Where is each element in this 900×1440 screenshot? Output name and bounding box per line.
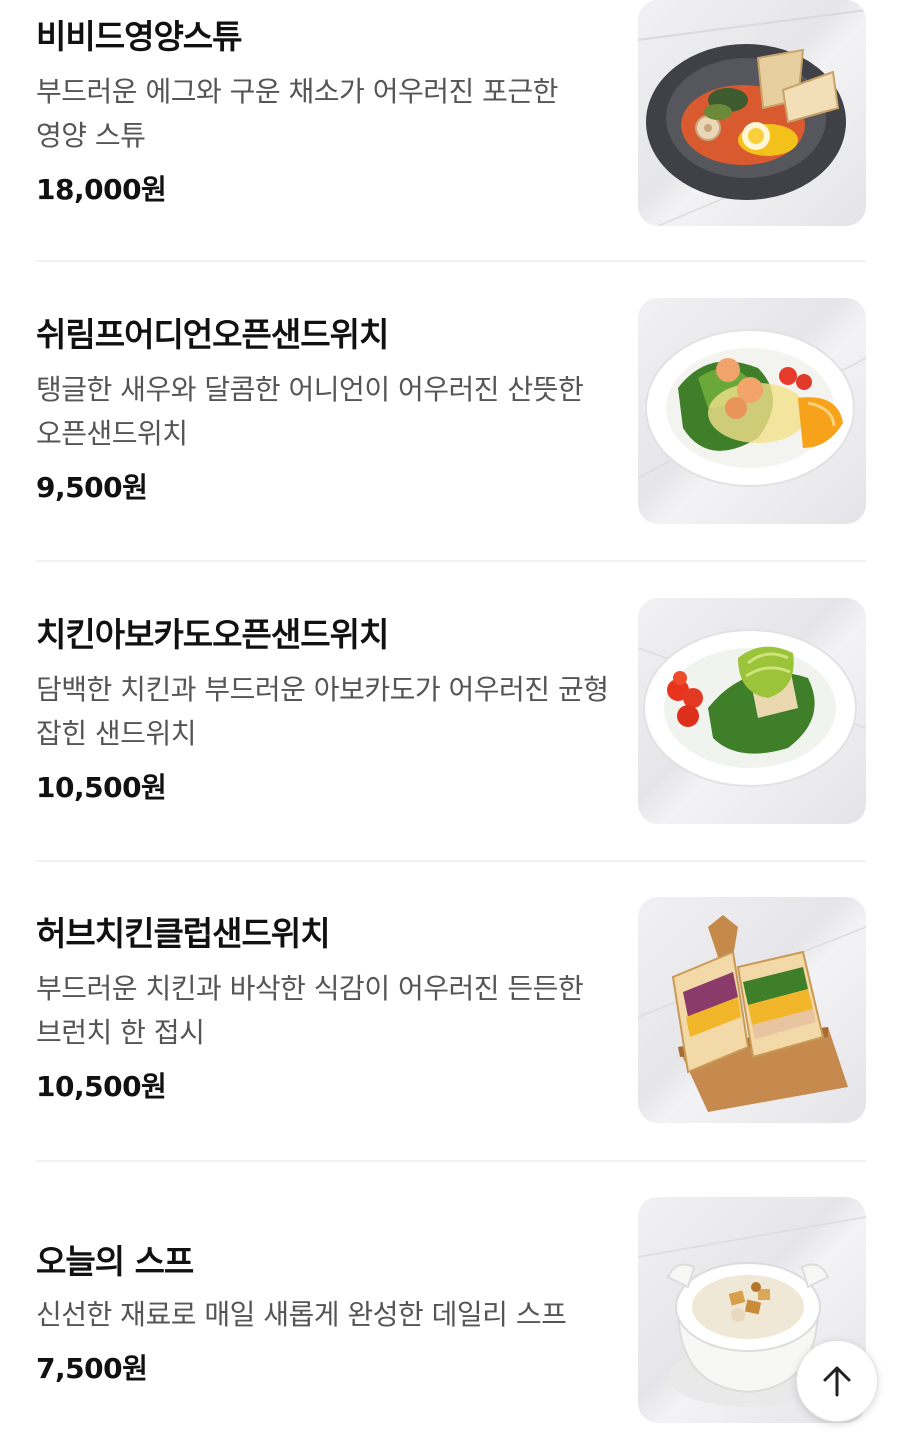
divider	[36, 560, 866, 562]
menu-item-name: 오늘의 스프	[36, 1242, 194, 1281]
divider	[36, 1160, 866, 1162]
menu-item[interactable]: 오늘의 스프 신선한 재료로 매일 새롭게 완성한 데일리 스프 7,500원	[36, 1197, 866, 1423]
menu-item-price: 10,500원	[36, 1070, 167, 1103]
divider	[36, 860, 866, 862]
chicken-avocado-plate-image[interactable]	[638, 598, 866, 824]
scroll-to-top-button[interactable]	[796, 1340, 878, 1422]
menu-item-description: 신선한 재료로 매일 새롭게 완성한 데일리 스프	[36, 1298, 567, 1331]
menu-item-price: 7,500원	[36, 1352, 148, 1385]
menu-item-name: 비비드영양스튜	[36, 17, 243, 56]
menu-item-price: 10,500원	[36, 771, 167, 804]
menu-list: 비비드영양스튜 부드러운 에그와 구운 채소가 어우러진 포근한 영양 스튜 1…	[0, 0, 900, 1440]
menu-item-name: 쉬림프어디언오픈샌드위치	[36, 315, 389, 354]
club-sandwich-board-image[interactable]	[638, 897, 866, 1123]
stew-bowl-image[interactable]	[638, 0, 866, 226]
menu-item[interactable]: 치킨아보카도오픈샌드위치 담백한 치킨과 부드러운 아보카도가 어우러진 균형 …	[36, 598, 866, 824]
menu-item-price: 18,000원	[36, 173, 167, 206]
arrow-up-icon	[823, 1366, 851, 1397]
menu-item[interactable]: 쉬림프어디언오픈샌드위치 탱글한 새우와 달콤한 어니언이 어우러진 산뜻한 오…	[36, 298, 866, 524]
menu-item-name: 치킨아보카도오픈샌드위치	[36, 615, 389, 654]
menu-item-description: 담백한 치킨과 부드러운 아보카도가 어우러진 균형 잡힌 샌드위치	[36, 673, 609, 750]
divider	[36, 260, 866, 262]
menu-item[interactable]: 비비드영양스튜 부드러운 에그와 구운 채소가 어우러진 포근한 영양 스튜 1…	[36, 0, 866, 226]
menu-item-name: 허브치킨클럽샌드위치	[36, 914, 331, 953]
shrimp-salad-plate-image[interactable]	[638, 298, 866, 524]
menu-item-description: 부드러운 에그와 구운 채소가 어우러진 포근한 영양 스튜	[36, 75, 558, 152]
menu-item-description: 탱글한 새우와 달콤한 어니언이 어우러진 산뜻한 오픈샌드위치	[36, 373, 584, 450]
menu-item[interactable]: 허브치킨클럽샌드위치 부드러운 치킨과 바삭한 식감이 어우러진 든든한 브런치…	[36, 897, 866, 1123]
menu-item-price: 9,500원	[36, 471, 148, 504]
menu-item-description: 부드러운 치킨과 바삭한 식감이 어우러진 든든한 브런치 한 접시	[36, 972, 584, 1049]
